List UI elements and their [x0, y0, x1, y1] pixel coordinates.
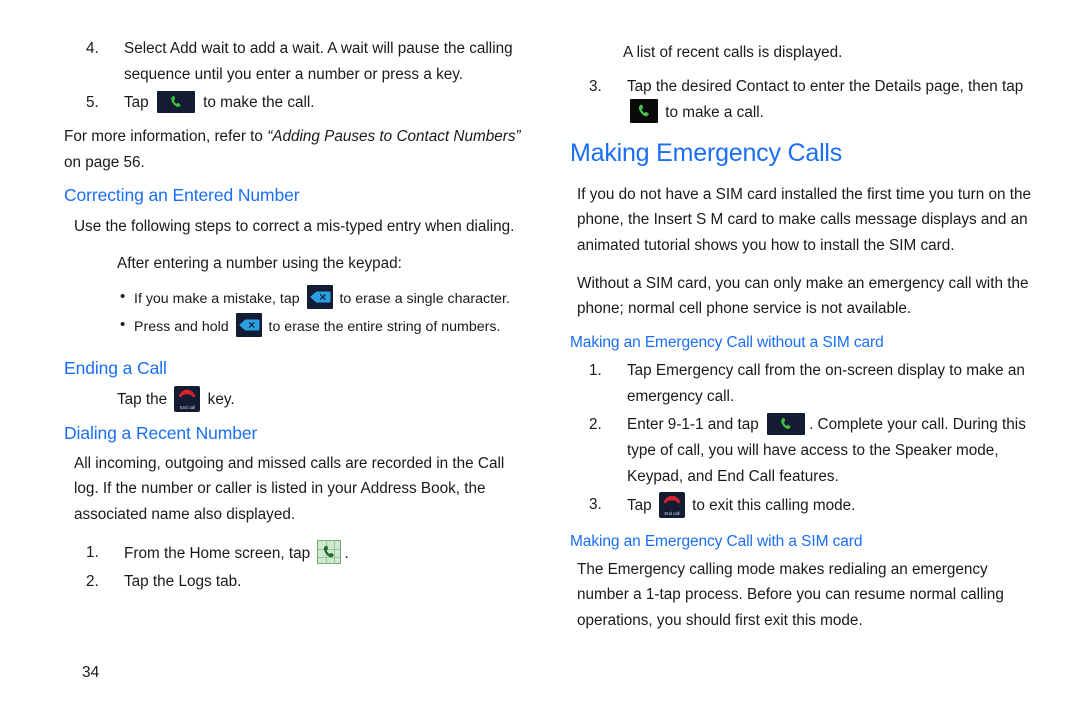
cross-reference-note: For more information, refer to “Adding P…	[64, 124, 532, 175]
bullet-text-after: to erase a single character.	[335, 290, 510, 307]
heading-making-emergency-calls: Making Emergency Calls	[570, 139, 843, 168]
end-call-key-icon: End call	[174, 385, 201, 412]
list-number: 3.	[589, 77, 602, 95]
list-number: 4.	[86, 40, 99, 57]
phone-launcher-icon	[317, 539, 342, 564]
note-suffix: on page 56.	[64, 153, 145, 171]
backspace-glyph	[309, 291, 331, 303]
bullet-text-before: Press and hold	[134, 319, 233, 336]
step-text-before: Tap	[124, 94, 153, 112]
step-text: Tap Emergency call from the on-screen di…	[627, 361, 1025, 405]
list-item: 1. From the Home screen, tap .	[62, 539, 532, 567]
left-column: 4. Select Add wait to add a wait. A wait…	[62, 32, 532, 599]
dialing-text-after: . If the number or caller is listed in y…	[74, 480, 486, 524]
heading-emergency-with-sim: Making an Emergency Call with a SIM card	[570, 532, 863, 550]
step-text-before: Select	[124, 40, 170, 57]
bullet-text-after: to erase the entire string of numbers.	[264, 319, 501, 336]
numbered-list-dialing: 1. From the Home screen, tap . 2. Tap th…	[62, 539, 532, 595]
backspace-key-icon	[235, 313, 262, 338]
list-item: • Press and hold to erase the entire str…	[62, 313, 532, 339]
paragraph-after-entering: After entering a number using the keypad…	[117, 255, 402, 273]
list-item: 4. Select Add wait to add a wait. A wait…	[62, 36, 532, 87]
heading-correcting-an-entered-number: Correcting an Entered Number	[64, 185, 300, 206]
numbered-list-top: 4. Select Add wait to add a wait. A wait…	[62, 36, 532, 116]
list-number: 5.	[86, 94, 99, 112]
step-text-before: Tap	[627, 497, 656, 515]
list-number: 2.	[86, 573, 99, 591]
bullet-dot: •	[120, 316, 126, 334]
dark-green-handset-glyph	[324, 545, 335, 557]
ending-text-after: key.	[203, 390, 235, 408]
step-text-before: From the Home screen, tap	[124, 544, 315, 562]
step-text-before: Tap the desired Contact to enter the	[627, 77, 875, 95]
backspace-key-icon	[306, 284, 333, 309]
end-call-key-label: End call	[664, 510, 680, 516]
heading-ending-a-call: Ending a Call	[64, 357, 167, 378]
call-key-icon	[156, 91, 195, 114]
ending-text-before: Tap the	[117, 390, 172, 408]
right-column: A list of recent calls is displayed. 3. …	[565, 32, 1035, 646]
paragraph-correcting-intro: Use the following steps to correct a mis…	[74, 217, 515, 235]
list-number: 1.	[86, 543, 99, 561]
paragraph-emergency-two: Without a SIM card, you can only make an…	[577, 274, 1029, 318]
green-handset-glyph	[171, 96, 181, 108]
page-number: 34	[82, 664, 100, 681]
document-page: 4. Select Add wait to add a wait. A wait…	[0, 0, 1080, 720]
bullet-text-before: If you make a mistake, tap	[134, 290, 304, 307]
end-call-key-icon: End call	[658, 492, 685, 519]
list-item: 1. Tap Emergency call from the on-screen…	[565, 358, 1035, 409]
list-item: 3. Tap the desired Contact to enter the …	[565, 74, 1035, 126]
dialing-text-before: All incoming, outgoing and missed calls …	[74, 454, 478, 472]
step-text-after: to make a call.	[661, 104, 764, 122]
list-number: 1.	[589, 361, 602, 379]
heading-emergency-without-sim: Making an Emergency Call without a SIM c…	[570, 334, 884, 351]
step-emphasis: Add wait	[169, 40, 229, 57]
note-italic-title: “Adding Pauses to Contact Numbers”	[267, 128, 521, 146]
list-item: 2. Tap the Logs tab.	[62, 569, 532, 595]
heading-dialing-a-recent-number: Dialing a Recent Number	[64, 422, 258, 443]
bullet-list-correcting: • If you make a mistake, tap to erase a …	[62, 284, 532, 340]
emergency-emphasis: Insert S M card to make calls	[653, 211, 851, 229]
step-text-after: to make the call.	[198, 94, 315, 112]
list-item: 2. Enter 9-1-1 and tap . Complete your c…	[565, 412, 1035, 489]
list-item: 5. Tap to make the call.	[62, 90, 532, 116]
red-handset-glyph	[179, 389, 196, 398]
list-item: 3. Tap End call to exit this calling mod…	[565, 492, 1035, 519]
step-text-after: .	[344, 544, 349, 562]
step-text-after: tab.	[211, 573, 242, 591]
list-number: 3.	[589, 496, 602, 514]
step-text-before: Enter 9-1-1 and tap	[627, 416, 764, 434]
paragraph-emergency-with-sim: The Emergency calling mode makes rediali…	[577, 560, 1004, 630]
paragraph-emergency-one: If you do not have a SIM card installed …	[577, 182, 1035, 259]
note-prefix: For more information, refer to	[64, 128, 268, 146]
step-text-mid: page, then tap	[921, 77, 1024, 95]
step-emphasis: Details	[874, 77, 922, 95]
call-key-icon	[767, 413, 806, 436]
backspace-glyph	[238, 319, 260, 331]
call-key-black-icon	[630, 99, 658, 124]
step-text-before: Tap the	[124, 573, 179, 591]
list-number: 2.	[589, 416, 602, 434]
paragraph-dialing-recent: All incoming, outgoing and missed calls …	[74, 451, 532, 528]
paragraph-recent-calls-note: A list of recent calls is displayed.	[623, 44, 843, 61]
green-handset-glyph	[638, 104, 649, 117]
green-handset-glyph	[781, 418, 791, 430]
list-item: • If you make a mistake, tap to erase a …	[62, 284, 532, 311]
numbered-list-without-sim: 1. Tap Emergency call from the on-screen…	[565, 358, 1035, 519]
end-call-key-label: End call	[180, 404, 195, 410]
red-handset-glyph	[663, 495, 681, 504]
paragraph-ending-a-call: Tap the End call key.	[117, 385, 532, 413]
step-emphasis: Logs	[178, 573, 212, 591]
step-text-after: to exit this calling mode.	[687, 497, 856, 515]
bullet-dot: •	[120, 287, 126, 305]
numbered-list-step-three: 3. Tap the desired Contact to enter the …	[565, 74, 1035, 126]
